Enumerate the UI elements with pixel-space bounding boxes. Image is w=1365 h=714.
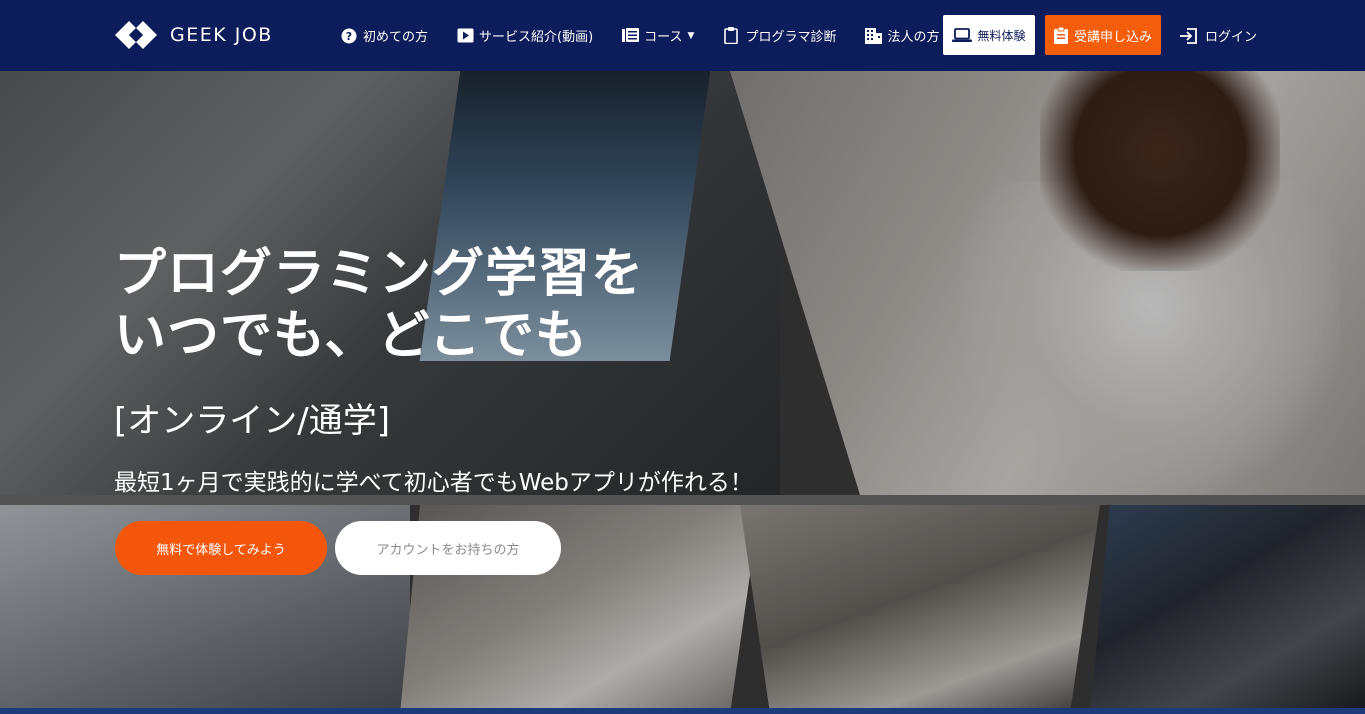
nav-item-corporate[interactable]: 法人の方 — [864, 26, 939, 45]
sign-in-icon — [1180, 27, 1198, 44]
hero-tagline: 最短1ヶ月で実践的に学べて初心者でもWebアプリが作れる！ — [114, 470, 753, 496]
nav-item-programmer-diagnosis[interactable]: プログラマ診断 — [722, 26, 836, 45]
main-nav: ? 初めての方 サービス紹介(動画) コース ▼ プログラマ診断 法人の方 — [340, 0, 967, 71]
apply-button[interactable]: 受講申し込み — [1045, 15, 1161, 55]
chevron-down-icon: ▼ — [687, 30, 695, 41]
clipboard-icon — [722, 27, 740, 45]
apply-label: 受講申し込み — [1073, 29, 1152, 45]
question-circle-icon: ? — [340, 27, 358, 45]
nav-item-service-video[interactable]: サービス紹介(動画) — [456, 26, 593, 45]
play-icon — [456, 27, 474, 45]
nav-item-courses[interactable]: コース ▼ — [621, 26, 694, 45]
nav-item-beginners[interactable]: ? 初めての方 — [340, 26, 428, 45]
top-navbar: GEEK JOB ? 初めての方 サービス紹介(動画) コース ▼ プログラマ診… — [0, 0, 1365, 71]
nav-item-label: 初めての方 — [363, 30, 429, 45]
clipboard-icon — [1053, 26, 1068, 44]
geekjob-logo[interactable]: GEEK JOB — [114, 20, 273, 50]
hero-headline: プログラミング学習を いつでも、どこでも — [114, 243, 644, 367]
logo-mark-icon — [115, 21, 157, 49]
bottom-edge-strip — [0, 708, 1365, 714]
hero-mode-label: [オンライン/通学] — [114, 401, 390, 441]
nav-item-label: サービス紹介(動画) — [479, 30, 594, 45]
login-link[interactable]: ログイン — [1180, 0, 1257, 71]
existing-account-button[interactable]: アカウントをお持ちの方 — [335, 521, 561, 575]
nav-item-label: プログラマ診断 — [745, 30, 837, 45]
book-icon — [621, 27, 639, 45]
laptop-icon — [952, 28, 973, 42]
login-label: ログイン — [1205, 30, 1258, 45]
hero-headline-line-2: いつでも、どこでも — [114, 306, 588, 366]
start-free-trial-button[interactable]: 無料で体験してみよう — [115, 521, 327, 575]
svg-text:?: ? — [346, 30, 352, 43]
nav-item-label: コース — [644, 30, 683, 45]
building-icon — [864, 27, 882, 45]
logo-text: GEEK JOB — [170, 24, 273, 46]
nav-item-label: 法人の方 — [887, 30, 940, 45]
free-trial-label: 無料体験 — [977, 28, 1026, 43]
hero-section: プログラミング学習を いつでも、どこでも [オンライン/通学] 最短1ヶ月で実践… — [0, 71, 1365, 714]
free-trial-button[interactable]: 無料体験 — [943, 15, 1035, 55]
hero-headline-line-1: プログラミング学習を — [114, 244, 645, 304]
